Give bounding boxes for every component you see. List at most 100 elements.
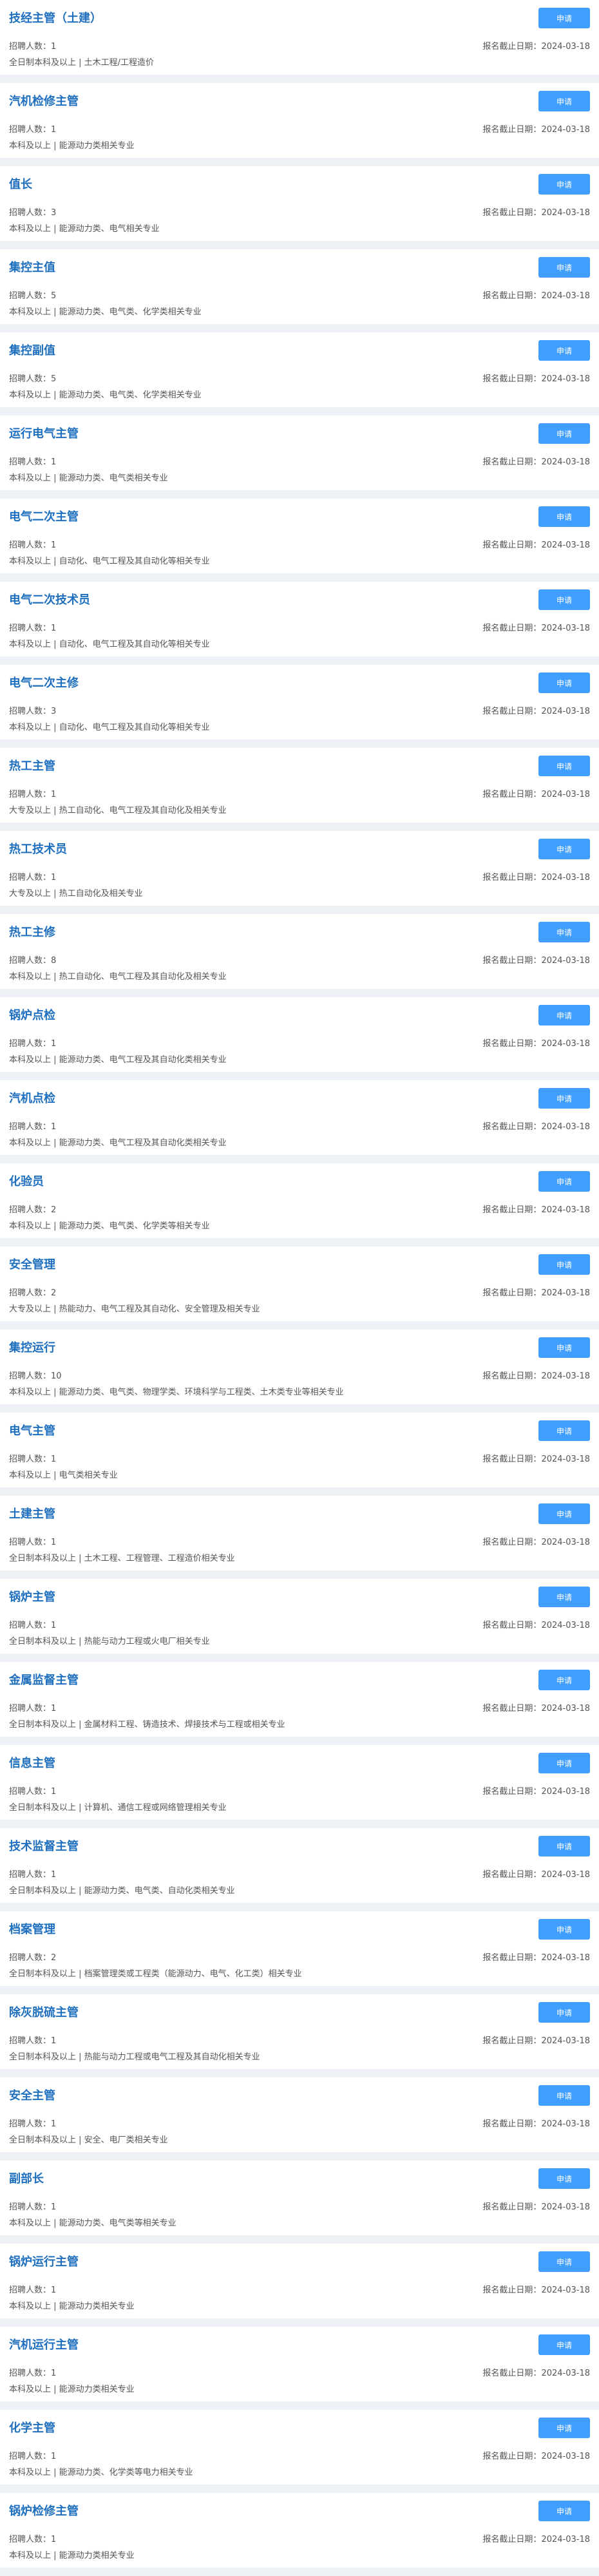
deadline: 报名截止日期：2024-03-18: [482, 1951, 590, 1963]
recruit-count-label: 招聘人数：: [9, 956, 52, 966]
job-title[interactable]: 电气二次主管: [9, 508, 79, 524]
apply-button[interactable]: 申请: [538, 423, 590, 444]
job-title[interactable]: 技经主管（土建）: [9, 9, 102, 26]
job-title[interactable]: 运行电气主管: [9, 425, 79, 441]
recruit-count-label: 招聘人数：: [9, 1122, 52, 1132]
job-title[interactable]: 除灰脱硫主管: [9, 2003, 79, 2020]
recruit-count-value: 1: [51, 2535, 57, 2544]
apply-button[interactable]: 申请: [538, 2251, 590, 2272]
apply-button[interactable]: 申请: [538, 673, 590, 693]
apply-button[interactable]: 申请: [538, 1088, 590, 1109]
job-title[interactable]: 金属监督主管: [9, 1671, 79, 1688]
apply-button[interactable]: 申请: [538, 1670, 590, 1690]
job-title[interactable]: 电气二次技术员: [9, 591, 90, 607]
job-title[interactable]: 锅炉运行主管: [9, 2253, 79, 2269]
job-title[interactable]: 档案管理: [9, 1920, 55, 1937]
recruit-count-value: 2: [51, 1205, 57, 1215]
deadline-value: 2024-03-18: [541, 1205, 590, 1215]
job-title[interactable]: 热工主修: [9, 923, 55, 940]
job-requirement: 大专及以上 | 热工自动化及相关专业: [9, 889, 143, 899]
job-title[interactable]: 土建主管: [9, 1505, 55, 1522]
recruit-count: 招聘人数：1: [9, 1618, 56, 1630]
apply-button[interactable]: 申请: [538, 2168, 590, 2189]
apply-button[interactable]: 申请: [538, 1420, 590, 1441]
job-card: 金属监督主管 申请 招聘人数：1 报名截止日期：2024-03-18 全日制本科…: [0, 1662, 599, 1737]
deadline: 报名截止日期：2024-03-18: [482, 205, 590, 218]
job-requirement: 大专及以上 | 热能动力、电气工程及其自动化、安全管理及相关专业: [9, 1304, 260, 1314]
apply-button[interactable]: 申请: [538, 506, 590, 527]
recruit-count-value: 10: [51, 1371, 62, 1381]
recruit-count-value: 1: [51, 1621, 57, 1630]
job-title[interactable]: 电气二次主修: [9, 674, 79, 691]
recruit-count-label: 招聘人数：: [9, 2452, 52, 2461]
recruit-count: 招聘人数：2: [9, 1951, 56, 1963]
job-requirement: 本科及以上 | 能源动力类、电气类等相关专业: [9, 2218, 176, 2228]
job-title[interactable]: 热工主管: [9, 757, 55, 774]
job-title[interactable]: 安全管理: [9, 1255, 55, 1272]
deadline: 报名截止日期：2024-03-18: [482, 2366, 590, 2378]
deadline: 报名截止日期：2024-03-18: [482, 39, 590, 52]
apply-button[interactable]: 申请: [538, 922, 590, 942]
apply-button[interactable]: 申请: [538, 2501, 590, 2521]
job-title[interactable]: 锅炉检修主管: [9, 2502, 79, 2519]
job-title[interactable]: 集控主值: [9, 258, 55, 275]
apply-button[interactable]: 申请: [538, 1836, 590, 1856]
job-title[interactable]: 汽机点检: [9, 1089, 55, 1106]
recruit-count-label: 招聘人数：: [9, 624, 52, 633]
recruit-count: 招聘人数：1: [9, 1784, 56, 1797]
recruit-count: 招聘人数：1: [9, 621, 56, 633]
recruit-count-label: 招聘人数：: [9, 2369, 52, 2378]
apply-button[interactable]: 申请: [538, 2418, 590, 2438]
apply-button[interactable]: 申请: [538, 1587, 590, 1607]
job-title[interactable]: 安全主管: [9, 2086, 55, 2103]
job-title[interactable]: 值长: [9, 175, 32, 192]
job-title[interactable]: 汽机检修主管: [9, 92, 79, 109]
job-title[interactable]: 化验员: [9, 1172, 44, 1189]
apply-button[interactable]: 申请: [538, 8, 590, 28]
job-title[interactable]: 集控运行: [9, 1339, 55, 1355]
recruit-count-label: 招聘人数：: [9, 1953, 52, 1963]
job-title[interactable]: 技术监督主管: [9, 1837, 79, 1854]
apply-button[interactable]: 申请: [538, 2085, 590, 2106]
apply-button[interactable]: 申请: [538, 1753, 590, 1773]
job-title[interactable]: 电气主管: [9, 1422, 55, 1438]
apply-button[interactable]: 申请: [538, 257, 590, 278]
apply-button[interactable]: 申请: [538, 1337, 590, 1358]
deadline-value: 2024-03-18: [541, 1953, 590, 1963]
apply-button[interactable]: 申请: [538, 589, 590, 610]
apply-button[interactable]: 申请: [538, 174, 590, 195]
job-title[interactable]: 信息主管: [9, 1754, 55, 1771]
job-requirement: 本科及以上 | 能源动力类、电气类相关专业: [9, 473, 168, 483]
job-title[interactable]: 化学主管: [9, 2419, 55, 2436]
recruit-count-label: 招聘人数：: [9, 1787, 52, 1797]
job-title[interactable]: 副部长: [9, 2170, 44, 2186]
recruit-count: 招聘人数：1: [9, 1867, 56, 1880]
deadline: 报名截止日期：2024-03-18: [482, 455, 590, 467]
apply-button[interactable]: 申请: [538, 2002, 590, 2023]
deadline: 报名截止日期：2024-03-18: [482, 2034, 590, 2046]
job-title[interactable]: 热工技术员: [9, 840, 67, 857]
deadline-label: 报名截止日期：: [482, 1870, 542, 1880]
apply-button[interactable]: 申请: [538, 1254, 590, 1275]
apply-button[interactable]: 申请: [538, 1503, 590, 1524]
apply-button[interactable]: 申请: [538, 839, 590, 859]
deadline-label: 报名截止日期：: [482, 125, 542, 135]
job-title[interactable]: 锅炉点检: [9, 1006, 55, 1023]
apply-button[interactable]: 申请: [538, 91, 590, 111]
recruit-count: 招聘人数：1: [9, 787, 56, 799]
job-title[interactable]: 锅炉主管: [9, 1588, 55, 1605]
job-requirement: 全日制本科及以上 | 金属材料工程、铸造技术、焊接技术与工程或相关专业: [9, 1720, 285, 1730]
apply-button[interactable]: 申请: [538, 1005, 590, 1026]
job-title[interactable]: 集控副值: [9, 341, 55, 358]
apply-button[interactable]: 申请: [538, 1171, 590, 1192]
job-card: 化学主管 申请 招聘人数：1 报名截止日期：2024-03-18 本科及以上 |…: [0, 2410, 599, 2485]
job-card: 锅炉点检 申请 招聘人数：1 报名截止日期：2024-03-18 本科及以上 |…: [0, 997, 599, 1072]
apply-button[interactable]: 申请: [538, 756, 590, 776]
apply-button[interactable]: 申请: [538, 2334, 590, 2355]
deadline-value: 2024-03-18: [541, 2452, 590, 2461]
apply-button[interactable]: 申请: [538, 1919, 590, 1940]
recruit-count: 招聘人数：3: [9, 205, 56, 218]
recruit-count-label: 招聘人数：: [9, 457, 52, 467]
job-title[interactable]: 汽机运行主管: [9, 2336, 79, 2352]
apply-button[interactable]: 申请: [538, 340, 590, 361]
